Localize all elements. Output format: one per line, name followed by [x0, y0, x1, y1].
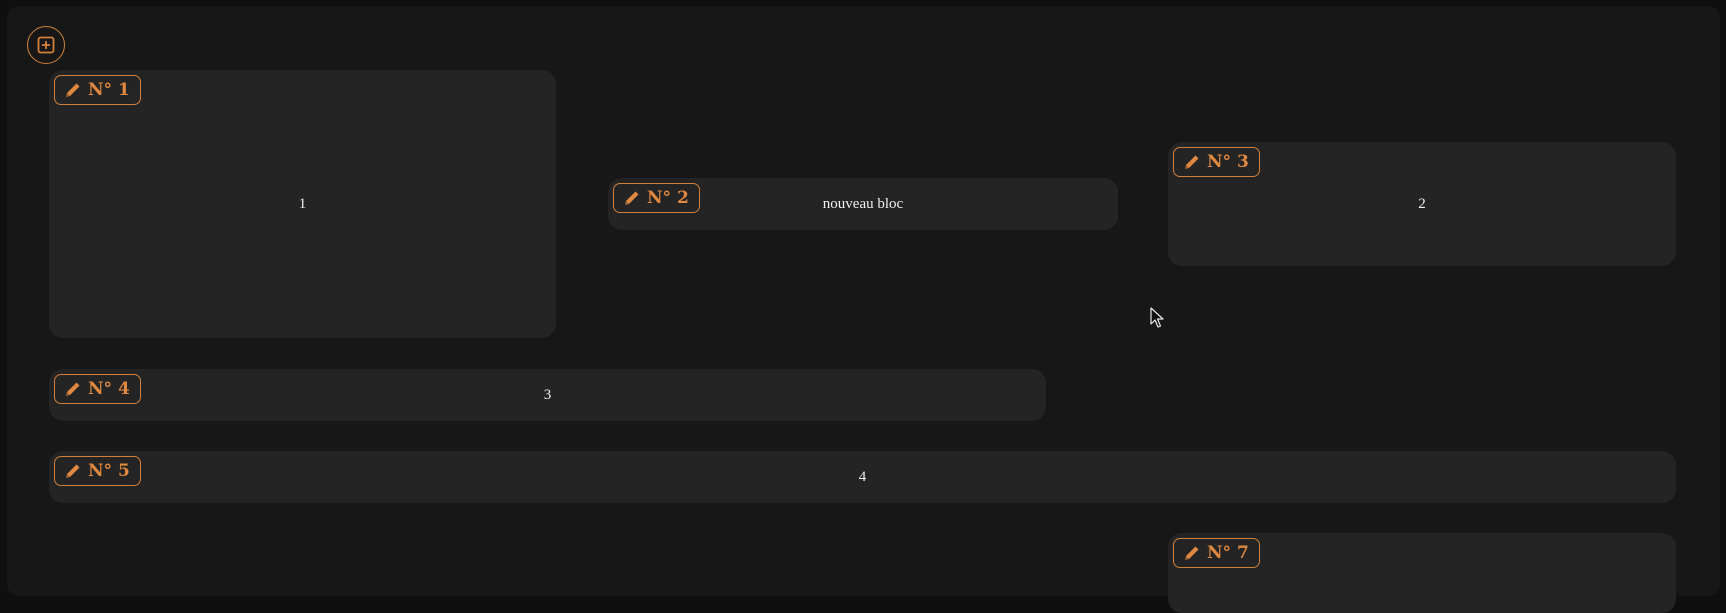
block-2[interactable]: nouveau bloc N° 2: [608, 178, 1118, 230]
block-number: N° 5: [88, 461, 130, 481]
block-5[interactable]: 4 N° 5: [49, 451, 1676, 503]
pencil-icon: [66, 83, 80, 97]
add-block-button[interactable]: [27, 26, 65, 64]
pencil-icon: [625, 191, 639, 205]
pencil-icon: [66, 464, 80, 478]
block-number: N° 7: [1207, 543, 1249, 563]
pencil-icon: [1185, 155, 1199, 169]
block-1[interactable]: 1 N° 1: [49, 70, 556, 338]
block-content: 4: [858, 468, 867, 485]
block-content: 1: [298, 195, 307, 212]
block-7[interactable]: N° 7: [1168, 533, 1676, 613]
mouse-cursor-icon: [1150, 307, 1164, 328]
pencil-icon: [1185, 546, 1199, 560]
block-3[interactable]: 2 N° 3: [1168, 142, 1676, 266]
plus-square-icon: [37, 36, 55, 54]
block-4[interactable]: 3 N° 4: [49, 369, 1046, 421]
edit-block-button[interactable]: N° 2: [613, 183, 700, 213]
layout-canvas: 1 N° 1 nouveau bloc N° 2 2 N° 3 3 N° 4 4…: [7, 6, 1720, 613]
edit-block-button[interactable]: N° 5: [54, 456, 141, 486]
edit-block-button[interactable]: N° 4: [54, 374, 141, 404]
block-number: N° 2: [647, 188, 689, 208]
edit-block-button[interactable]: N° 3: [1173, 147, 1260, 177]
block-number: N° 3: [1207, 152, 1249, 172]
block-content: 3: [543, 386, 552, 403]
block-number: N° 4: [88, 379, 130, 399]
pencil-icon: [66, 382, 80, 396]
block-number: N° 1: [88, 80, 130, 100]
edit-block-button[interactable]: N° 7: [1173, 538, 1260, 568]
edit-block-button[interactable]: N° 1: [54, 75, 141, 105]
